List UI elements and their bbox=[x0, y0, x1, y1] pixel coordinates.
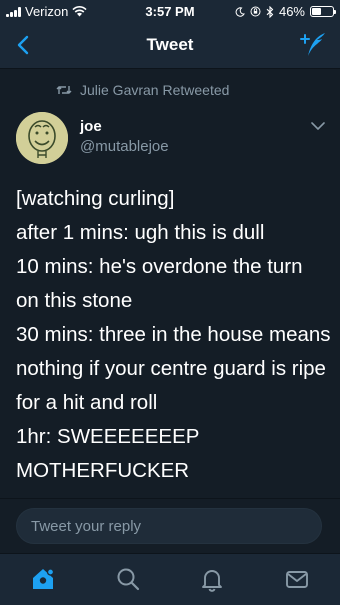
messages-icon[interactable] bbox=[284, 566, 310, 592]
compose-tweet-icon[interactable] bbox=[298, 30, 328, 60]
do-not-disturb-icon bbox=[235, 6, 245, 17]
notifications-icon[interactable] bbox=[199, 566, 225, 592]
avatar-face-icon bbox=[16, 112, 68, 164]
retweeted-by-label: Julie Gavran Retweeted bbox=[80, 82, 230, 98]
chevron-down-icon[interactable] bbox=[310, 120, 326, 132]
home-icon[interactable] bbox=[30, 566, 56, 592]
battery-icon bbox=[310, 6, 336, 17]
tab-bar bbox=[0, 553, 340, 605]
reply-bar bbox=[0, 498, 340, 554]
status-bar-right: 46% bbox=[235, 4, 336, 19]
orientation-lock-icon bbox=[250, 6, 261, 17]
battery-percent: 46% bbox=[278, 4, 305, 19]
reply-input[interactable] bbox=[16, 508, 322, 544]
author-name[interactable]: joe bbox=[80, 118, 102, 135]
status-bar: Verizon 3:57 PM 46% bbox=[0, 0, 340, 22]
nav-bar: Tweet bbox=[0, 22, 340, 69]
author-handle[interactable]: @mutablejoe bbox=[80, 138, 169, 155]
bluetooth-icon bbox=[266, 5, 274, 18]
retweet-icon bbox=[56, 86, 72, 94]
search-icon[interactable] bbox=[115, 566, 141, 592]
tweet-text: [watching curling] after 1 mins: ugh thi… bbox=[16, 187, 331, 482]
retweet-context: Julie Gavran Retweeted bbox=[56, 82, 229, 98]
battery-level bbox=[312, 8, 321, 15]
avatar[interactable] bbox=[16, 112, 68, 164]
page-title: Tweet bbox=[146, 35, 194, 54]
